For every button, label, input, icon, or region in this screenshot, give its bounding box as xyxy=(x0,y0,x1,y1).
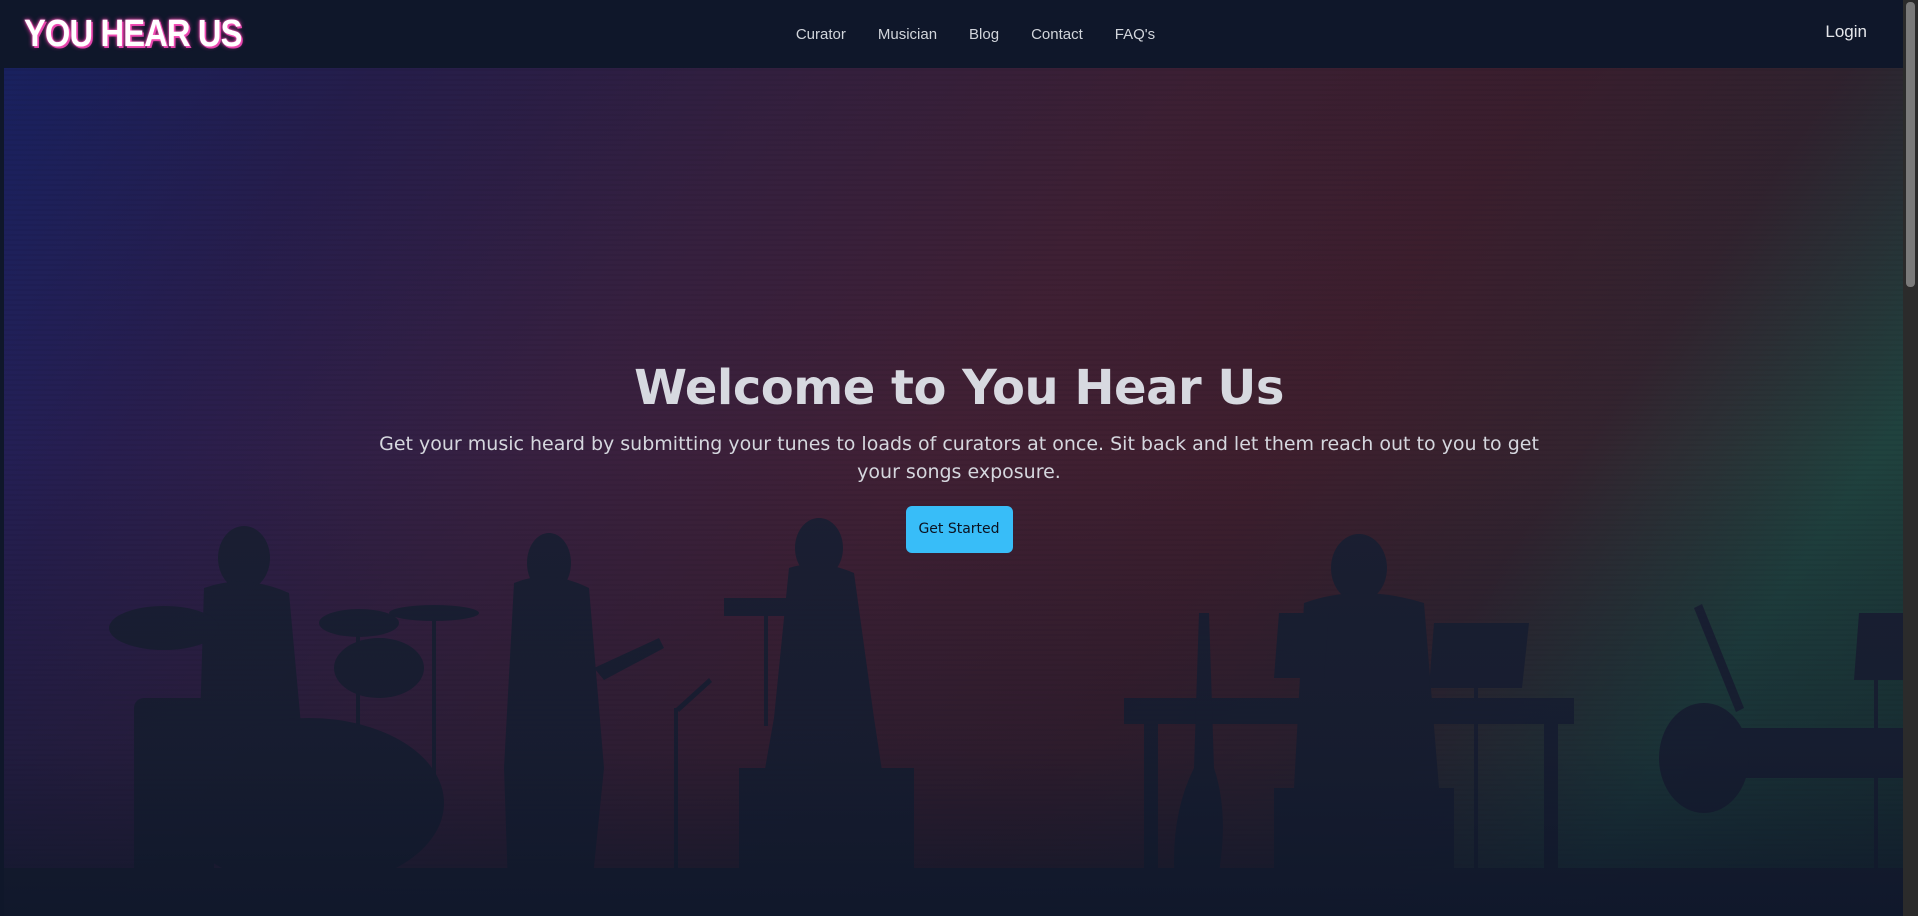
get-started-button[interactable]: Get Started xyxy=(905,506,1013,553)
page-scrollbar[interactable] xyxy=(1903,0,1918,916)
hero-content: Welcome to You Hear Us Get your music he… xyxy=(0,358,1918,553)
nav-link-musician[interactable]: Musician xyxy=(878,26,937,43)
hero-title: Welcome to You Hear Us xyxy=(634,360,1284,416)
nav-link-faqs[interactable]: FAQ's xyxy=(1115,26,1155,43)
hero-subtitle: Get your music heard by submitting your … xyxy=(379,433,1539,483)
login-link[interactable]: Login xyxy=(1825,22,1867,42)
scrollbar-thumb[interactable] xyxy=(1906,2,1915,287)
nav-link-contact[interactable]: Contact xyxy=(1031,26,1083,43)
nav-link-curator[interactable]: Curator xyxy=(796,26,846,43)
navbar: YOU HEAR US Curator Musician Blog Contac… xyxy=(0,0,1903,68)
page: YOU HEAR US Curator Musician Blog Contac… xyxy=(0,0,1918,916)
nav-link-blog[interactable]: Blog xyxy=(969,26,999,43)
nav-links: Curator Musician Blog Contact FAQ's xyxy=(0,0,1903,68)
